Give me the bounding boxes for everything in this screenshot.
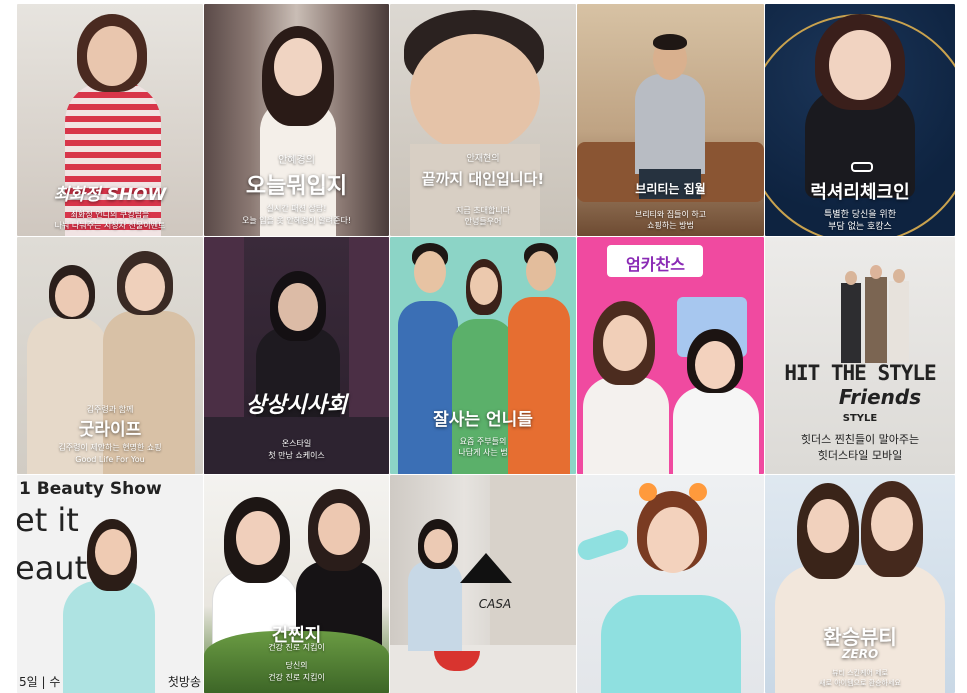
show-subtitle: 안녕들우어	[464, 217, 502, 226]
show-subtitle: 당신의	[285, 661, 308, 670]
show-kicker: 건강 진로 지킴이	[268, 643, 325, 652]
show-subtitle: 김주령이 제안하는 현명한 쇼핑	[58, 443, 162, 452]
key-icon	[851, 162, 873, 172]
thumbnail-beauty-show[interactable]: 1 Beauty Show et it eauty 5일 | 수 첫방송	[17, 475, 203, 693]
show-title-friends: Friends	[838, 385, 922, 409]
show-subtitle: 쇼핑하는 방법	[647, 221, 694, 230]
show-kicker: 안혜경의	[278, 155, 315, 166]
show-subtitle: 지금 초대합니다	[455, 206, 511, 215]
thumbnail-mom-card[interactable]: 엄카찬스	[577, 237, 764, 474]
show-title-style: STYLE	[842, 413, 878, 424]
show-subtitle: 오늘 입을 옷 안혜경이 알려준다!	[241, 216, 352, 225]
show-subtitle: 첫방송	[167, 675, 201, 689]
casa-logo-roof	[460, 553, 512, 583]
show-title: CASA	[478, 597, 512, 611]
show-title: 럭셔리체크인	[810, 182, 910, 203]
show-subtitle: 온스타일	[281, 439, 312, 448]
show-subtitle: 뷰티 스킨케어 제로	[832, 669, 888, 677]
show-subtitle: 부담 없는 호캉스	[828, 222, 892, 232]
show-subtitle: 첫 만남 쇼케이스	[268, 451, 325, 460]
show-title: 1 Beauty Show	[19, 479, 162, 499]
show-subtitle: 나눠 나눠주는 시청자 선물이벤트	[54, 221, 166, 230]
thumbnail-salute[interactable]	[577, 475, 764, 693]
show-subtitle: 요즘 주부들의	[459, 437, 507, 446]
thumbnail-ootd[interactable]: 안혜경의 오늘뭐입지 실시간 패션 상담! 오늘 입을 옷 안혜경이 알려준다!	[204, 4, 389, 236]
show-subtitle: Good Life For You	[75, 455, 145, 464]
thumbnail-imagine-preview[interactable]: 상상시사회 온스타일 첫 만남 쇼케이스	[204, 237, 389, 474]
thumbnail-choi-show[interactable]: 최화정 SHOW 최화정 언니의 쿠킹팁을 나눠 나눠주는 시청자 선물이벤트	[17, 4, 203, 236]
show-title: 브리티는 집월	[635, 182, 706, 196]
show-title: 오늘뭐입지	[245, 174, 348, 199]
thumbnail-health-guard[interactable]: 건찐지 건강 진로 지킴이 당신의 건강 진로 지킴이	[204, 475, 389, 693]
show-subtitle: 건강 진로 지킴이	[268, 673, 325, 682]
thumbnail-home[interactable]: 브리티는 집월 브리티와 집들이 하고 쇼핑하는 방법	[577, 4, 764, 236]
show-title: 상상시사회	[245, 393, 348, 418]
thumbnail-hit-the-style[interactable]: HIT THE STYLE Friends STYLE 힛더스 찐친들이 말아주…	[765, 237, 955, 474]
show-kicker: 안재현의	[466, 154, 500, 164]
thumbnail-good-life[interactable]: 김주령과 함께 굿라이프 김주령이 제안하는 현명한 쇼핑 Good Life …	[17, 237, 203, 474]
thumbnail-transfer-beauty-zero[interactable]: 환승뷰티 ZERO 뷰티 스킨케어 제로 새로 아이템으로 환승하세요	[765, 475, 955, 693]
show-title: 끝까지 대인입니다!	[421, 170, 545, 188]
show-title: HIT THE STYLE	[784, 361, 936, 385]
show-title-zero: ZERO	[841, 647, 879, 661]
thumbnail-casa[interactable]: CASA	[390, 475, 576, 693]
show-title: 최화정 SHOW	[53, 185, 167, 205]
show-subtitle: 힛더스타일 모바일	[817, 449, 903, 462]
thumbnail-endless[interactable]: 안재현의 끝까지 대인입니다! 지금 초대합니다 안녕들우어	[390, 4, 576, 236]
show-title: 잘사는 언니들	[433, 410, 533, 430]
show-title: 환승뷰티	[823, 625, 897, 649]
show-kicker: 김주령과 함께	[86, 405, 134, 414]
show-subtitle: 힛더스 찐친들이 말아주는	[800, 433, 920, 446]
show-title: 굿라이프	[78, 420, 142, 440]
show-subtitle: 실시간 패션 상담!	[266, 204, 327, 213]
show-subtitle: 최화정 언니의 쿠킹팁을	[70, 210, 150, 219]
show-subtitle: 나답게 사는 법	[458, 448, 508, 457]
thumbnail-living-well[interactable]: 잘사는 언니들 요즘 주부들의 나답게 사는 법	[390, 237, 576, 474]
show-title: 엄카찬스	[626, 255, 685, 274]
show-subtitle: 브리티와 집들이 하고	[634, 210, 707, 219]
show-subtitle: 특별한 당신을 위한	[824, 210, 896, 220]
program-thumbnail-grid: 최화정 SHOW 최화정 언니의 쿠킹팁을 나눠 나눠주는 시청자 선물이벤트 …	[0, 0, 967, 693]
thumbnail-luxury-checkin[interactable]: 럭셔리체크인 특별한 당신을 위한 부담 없는 호캉스	[765, 4, 955, 236]
show-subtitle: 새로 아이템으로 환승하세요	[819, 679, 901, 687]
